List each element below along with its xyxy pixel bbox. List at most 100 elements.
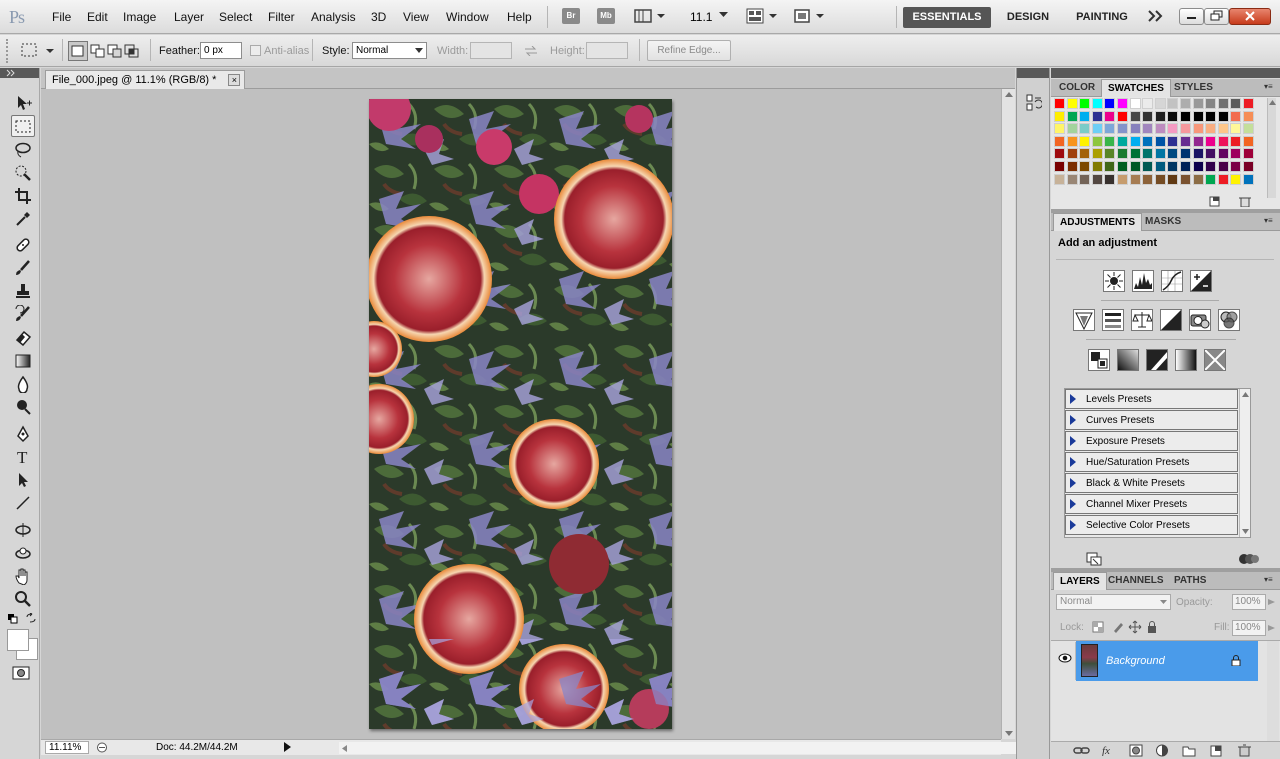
color-swatch[interactable] [1230, 148, 1242, 160]
color-swatch[interactable] [1129, 110, 1141, 122]
zoom-dropdown-icon[interactable] [719, 12, 728, 18]
color-swatch[interactable] [1180, 148, 1191, 160]
black-white-icon[interactable] [1160, 309, 1182, 331]
crop-tool[interactable] [11, 185, 35, 207]
lock-position-icon[interactable] [1128, 620, 1142, 634]
color-swatch[interactable] [1091, 110, 1103, 122]
panel-menu-icon[interactable]: ▾≡ [1264, 216, 1276, 226]
color-swatch[interactable] [1066, 161, 1078, 172]
collapsed-dock-header[interactable] [1017, 68, 1049, 78]
color-swatch[interactable] [1066, 148, 1078, 160]
workspace-essentials[interactable]: ESSENTIALS [903, 7, 991, 28]
color-swatch[interactable] [1117, 98, 1128, 109]
color-swatch[interactable] [1217, 110, 1229, 122]
feather-input[interactable]: 0 px [200, 42, 242, 59]
opacity-input[interactable]: 100% [1232, 594, 1266, 610]
color-swatch[interactable] [1104, 98, 1116, 109]
color-swatch[interactable] [1079, 135, 1091, 147]
layer-name[interactable]: Background [1106, 655, 1165, 667]
color-swatch[interactable] [1142, 135, 1154, 147]
dodge-tool[interactable] [11, 396, 35, 418]
color-swatch[interactable] [1054, 173, 1065, 185]
color-swatch[interactable] [1180, 135, 1191, 147]
tab-channels[interactable]: CHANNELS [1102, 572, 1170, 590]
refine-edge-button[interactable]: Refine Edge... [647, 40, 731, 61]
rectangular-marquee-tool[interactable] [11, 115, 35, 137]
color-swatch[interactable] [1217, 173, 1229, 185]
horizontal-scrollbar[interactable] [339, 742, 1039, 754]
link-layers-icon[interactable] [1073, 745, 1091, 757]
color-swatch[interactable] [1154, 161, 1166, 172]
color-swatch[interactable] [1079, 123, 1091, 135]
scroll-up-icon[interactable] [1269, 100, 1278, 105]
tab-paths[interactable]: PATHS [1168, 572, 1212, 590]
lasso-tool[interactable] [11, 139, 35, 161]
color-swatch[interactable] [1154, 148, 1166, 160]
tool-preset-picker[interactable] [20, 42, 56, 60]
color-swatch[interactable] [1154, 123, 1166, 135]
color-swatch[interactable] [1104, 135, 1116, 147]
eraser-tool[interactable] [11, 326, 35, 348]
status-info-icon[interactable] [96, 742, 108, 753]
color-swatch[interactable] [1180, 98, 1191, 109]
scroll-left-icon[interactable] [342, 745, 347, 752]
color-swatch[interactable] [1079, 173, 1091, 185]
height-input[interactable] [586, 42, 628, 59]
intersect-selection-icon[interactable] [122, 41, 142, 61]
document-tab[interactable]: File_000.jpeg @ 11.1% (RGB/8) * × [45, 70, 246, 89]
color-swatch[interactable] [1117, 135, 1128, 147]
color-swatch[interactable] [1230, 98, 1242, 109]
color-swatch[interactable] [1142, 98, 1154, 109]
hue-saturation-icon[interactable] [1102, 309, 1124, 331]
menu-edit[interactable]: Edit [87, 10, 108, 24]
spot-healing-brush-tool[interactable] [11, 234, 35, 256]
color-swatch[interactable] [1217, 161, 1229, 172]
menu-help[interactable]: Help [507, 10, 532, 24]
color-swatch[interactable] [1243, 173, 1254, 185]
style-select[interactable]: Normal [352, 42, 427, 59]
zoom-tool[interactable] [11, 588, 35, 610]
scroll-down-icon[interactable] [1005, 731, 1013, 736]
color-swatch[interactable] [1167, 148, 1179, 160]
color-swatch[interactable] [1117, 110, 1128, 122]
color-swatch[interactable] [1104, 161, 1116, 172]
color-swatch[interactable] [1217, 123, 1229, 135]
history-brush-tool[interactable] [11, 303, 35, 325]
scroll-up-icon[interactable] [1242, 392, 1249, 397]
color-swatch[interactable] [1117, 173, 1128, 185]
move-tool[interactable] [11, 92, 35, 114]
color-swatch[interactable] [1104, 123, 1116, 135]
close-window-button[interactable] [1229, 8, 1271, 25]
fill-dropdown-icon[interactable] [1268, 625, 1275, 631]
color-swatch[interactable] [1167, 123, 1179, 135]
tab-swatches[interactable]: SWATCHES [1101, 79, 1171, 97]
mini-bridge-button[interactable]: Mb [597, 8, 615, 24]
quick-mask-icon[interactable] [12, 666, 30, 680]
color-swatch[interactable] [1230, 135, 1242, 147]
width-input[interactable] [470, 42, 512, 59]
color-swatch[interactable] [1230, 161, 1242, 172]
color-swatch[interactable] [1180, 161, 1191, 172]
clip-to-layer-icon[interactable] [1086, 552, 1102, 566]
lock-pixels-icon[interactable] [1112, 621, 1124, 633]
minimize-button[interactable] [1179, 8, 1204, 25]
color-swatch[interactable] [1217, 148, 1229, 160]
close-document-button[interactable]: × [228, 74, 241, 86]
screen-mode-icon[interactable] [793, 8, 827, 25]
color-swatch[interactable] [1243, 161, 1254, 172]
menu-select[interactable]: Select [219, 10, 252, 24]
color-swatch[interactable] [1104, 110, 1116, 122]
line-tool[interactable] [11, 492, 35, 514]
color-swatch[interactable] [1167, 98, 1179, 109]
pen-tool[interactable] [11, 423, 35, 445]
visibility-toggle-icon[interactable] [1238, 552, 1260, 566]
color-swatch[interactable] [1192, 110, 1204, 122]
preset-black-white[interactable]: Black & White Presets [1065, 473, 1238, 493]
swap-colors-icon[interactable] [26, 613, 36, 623]
color-swatch[interactable] [1054, 161, 1065, 172]
preset-selective-color[interactable]: Selective Color Presets [1065, 515, 1238, 535]
path-selection-tool[interactable] [11, 469, 35, 491]
quick-selection-tool[interactable] [11, 162, 35, 184]
brightness-contrast-icon[interactable] [1103, 270, 1125, 292]
color-swatch[interactable] [1205, 161, 1217, 172]
